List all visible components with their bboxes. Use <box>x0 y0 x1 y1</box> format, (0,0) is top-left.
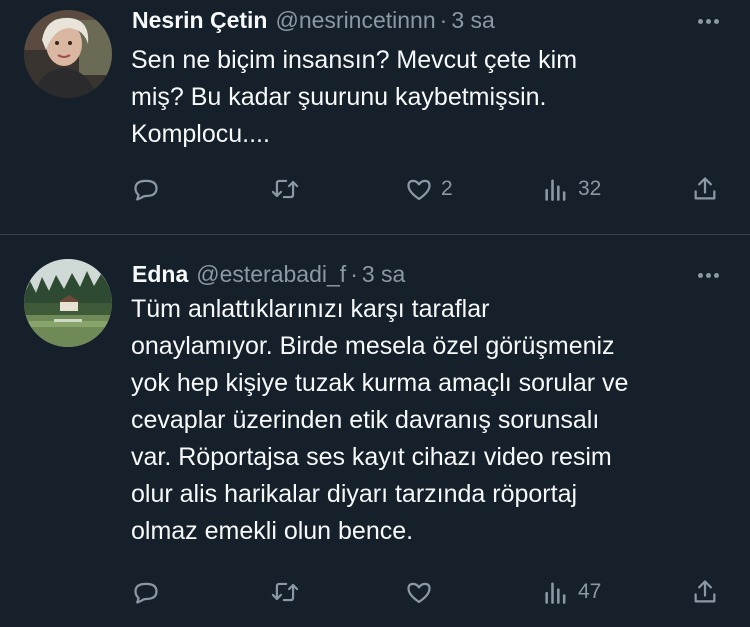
tweet-text: Sen ne biçim insansın? Mevcut çete kim m… <box>131 42 741 153</box>
reply-button[interactable] <box>132 572 160 612</box>
reply-icon <box>134 179 158 201</box>
avatar[interactable] <box>24 259 112 347</box>
more-icon[interactable] <box>693 265 723 285</box>
separator: · <box>350 261 358 287</box>
timestamp[interactable]: 3 sa <box>451 3 494 37</box>
tweet-text-line: yok hep kişiye tuzak kurma amaçlı sorula… <box>131 369 629 397</box>
display-name[interactable]: Nesrin Çetin <box>132 3 267 37</box>
view-count: 32 <box>578 177 602 200</box>
tweet-text: Tüm anlattıklarınızı karşı taraflar onay… <box>131 291 741 550</box>
heart-icon <box>407 582 431 604</box>
action-bar: 2 32 <box>0 169 750 209</box>
views-button[interactable]: 32 <box>542 169 601 209</box>
share-icon <box>694 177 716 200</box>
heart-icon <box>407 179 431 201</box>
tweet[interactable]: Nesrin Çetin @nesrincetinnn · 3 sa Sen n… <box>0 0 750 234</box>
timestamp[interactable]: 3 sa <box>362 257 405 291</box>
reply-icon <box>134 582 158 604</box>
tweet-text-line: Tüm anlattıklarınızı karşı taraflar <box>131 295 490 323</box>
tweet-text-line: olmaz emekli olun bence. <box>131 517 414 545</box>
retweet-button[interactable] <box>270 572 300 612</box>
views-icon <box>545 582 566 604</box>
user-handle[interactable]: @nesrincetinnn <box>275 3 435 37</box>
views-button[interactable]: 47 <box>542 572 601 612</box>
share-button[interactable] <box>691 169 719 209</box>
share-button[interactable] <box>691 572 719 612</box>
separator: · <box>439 7 448 33</box>
retweet-icon <box>271 179 299 199</box>
tweet-text-line: cevaplar üzerinden etik davranış sorunsa… <box>131 406 600 434</box>
like-button[interactable]: 2 <box>405 169 453 209</box>
action-bar: 47 <box>0 572 750 612</box>
like-button[interactable] <box>405 572 433 612</box>
views-icon <box>545 179 566 201</box>
retweet-button[interactable] <box>270 169 300 209</box>
avatar[interactable] <box>24 10 112 98</box>
tweet[interactable]: Edna @esterabadi_f · 3 sa Tüm anlattıkla… <box>0 235 750 627</box>
tweet-text-line: Komplocu.... <box>131 120 270 148</box>
tweet-text-line: olur alis harikalar diyarı tarzında röpo… <box>131 480 578 508</box>
retweet-icon <box>271 582 299 602</box>
more-icon[interactable] <box>693 11 723 31</box>
user-handle[interactable]: @esterabadi_f <box>196 257 346 291</box>
tweet-text-line: onaylamıyor. Birde mesela özel görüşmeni… <box>131 332 615 360</box>
display-name[interactable]: Edna <box>132 257 188 291</box>
tweet-text-line: var. Röportajsa ses kayıt cihazı video r… <box>131 443 612 471</box>
tweet-text-line: Sen ne biçim insansın? Mevcut çete kim <box>131 46 578 74</box>
tweet-text-line: miş? Bu kadar şuurunu kaybetmişsin. <box>131 83 547 111</box>
view-count: 47 <box>578 580 602 603</box>
share-icon <box>694 580 716 603</box>
reply-button[interactable] <box>132 169 160 209</box>
like-count: 2 <box>441 177 453 200</box>
